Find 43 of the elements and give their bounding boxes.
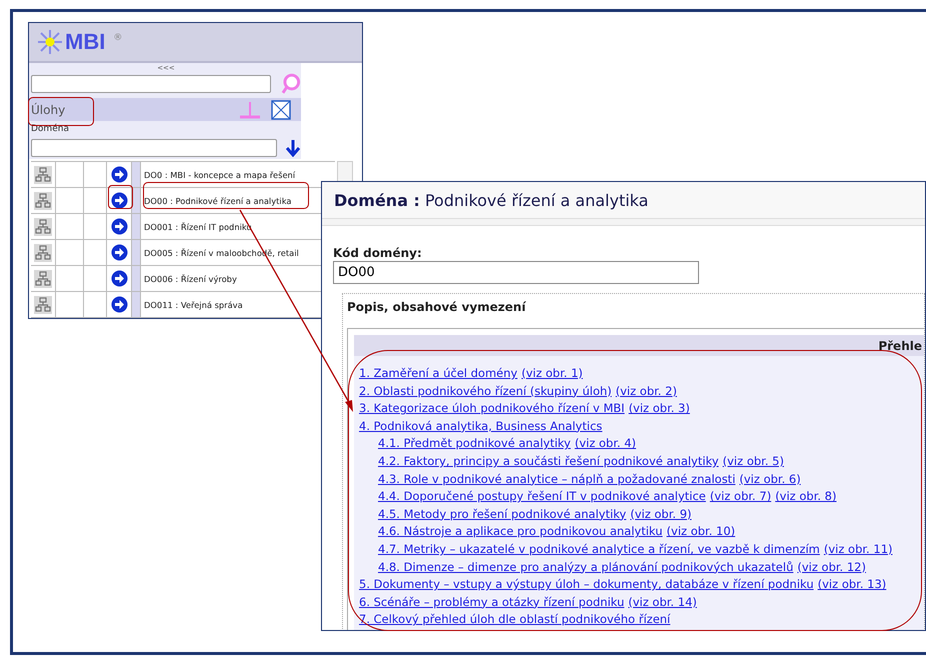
figure-link[interactable]: (viz obr. 14) [628,594,697,612]
list-item[interactable]: DO011 : Veřejná správa [144,300,243,310]
toc-link[interactable]: 5. Dokumenty – vstupy a výstupy úloh – dokumenty, databáze v řízení podniku [359,577,814,595]
field-label: Kód domény: [333,246,423,260]
section-title: Popis, obsahové vymezení [347,300,527,316]
figure-link[interactable]: (viz obr. 6) [739,472,801,490]
toc-link[interactable]: 4.7. Metriky – ukazatelé v podnikové analytice a řízení, ve vazbě k dimenzím [378,542,820,560]
toc-link[interactable]: 4.5. Metody pro řešení podnikové analytiky [378,506,626,524]
toc-link[interactable]: 7. Celkový přehled úloh dle oblastí podnikového řízení [359,612,670,630]
figure-link[interactable]: (viz obr. 7) [710,489,772,507]
toc-link[interactable]: 4.4. Doporučené postupy řešení IT v podnikové analytice [378,489,706,507]
toc-link[interactable]: 4.1. Předmět podnikové analytiky [378,436,571,454]
figure-link[interactable]: (viz obr. 1) [521,366,583,384]
toc-link[interactable]: 4.6. Nástroje a aplikace pro podnikovou analytiku [378,524,663,542]
toc-link[interactable]: 3. Kategorizace úloh podnikového řízení v MBI [359,401,625,419]
toc-link[interactable]: 4.8. Dimenze – dimenze pro analýzy a plánování podnikových ukazatelů [378,560,794,578]
list-item[interactable]: DO0 : MBI - koncepce a mapa řešení [144,170,296,180]
figure-link[interactable]: (viz obr. 5) [722,454,784,472]
header-text: Přehle [878,338,922,352]
figure-link[interactable]: (viz obr. 10) [666,524,736,542]
list-item[interactable]: DO00 : Podnikové řízení a analytika [144,196,292,206]
figure-link[interactable]: (viz obr. 12) [797,560,866,578]
toc-link[interactable]: 6. Scénáře – problémy a otázky řízení podniku [359,594,624,612]
code-field[interactable]: DO00 [333,261,699,284]
toc-link[interactable]: 1. Zaměření a účel domény [359,366,518,384]
figure-link[interactable]: (viz obr. 13) [818,577,886,595]
figure-link[interactable]: (viz obr. 11) [824,542,892,560]
window-title: Podnikové řízení a analytika [424,190,648,210]
toc-link[interactable]: 2. Oblasti podnikového řízení (skupiny úloh) [359,384,612,402]
field-label: Doména [31,124,70,136]
figure-link[interactable]: (viz obr. 4) [574,436,636,454]
figure-link[interactable]: (viz obr. 3) [628,401,690,419]
toc-link[interactable]: 4.3. Role v podnikové analytice – náplň a požadované znalosti [378,472,736,490]
toc-link[interactable]: 4. Podniková analytika, Business Analytics [359,418,602,436]
figure-link[interactable]: (viz obr. 8) [775,489,836,507]
title-label: Doména : [334,190,420,210]
figure-link[interactable]: (viz obr. 2) [616,384,677,402]
logo-text: MBI [65,29,106,55]
toc-link[interactable]: 4.2. Faktory, principy a součásti řešení podnikové analytiky [378,454,719,472]
list-item[interactable]: DO006 : Řízení výroby [144,274,237,284]
figure-link[interactable]: (viz obr. 9) [630,506,692,524]
registered-mark: ® [113,33,122,43]
section-title: Úlohy [31,102,66,116]
